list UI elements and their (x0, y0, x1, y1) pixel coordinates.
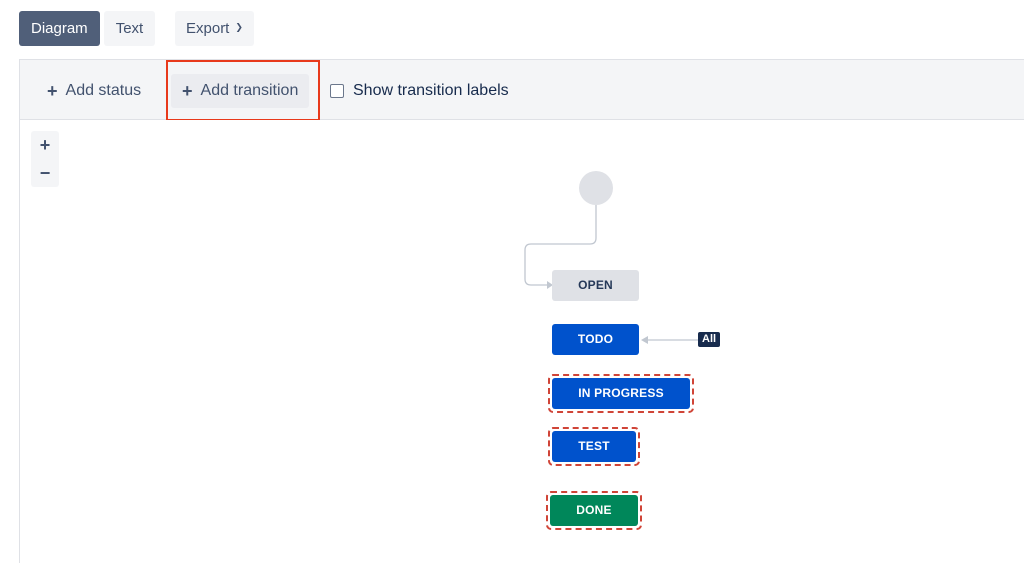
zoom-in-button[interactable]: + (31, 131, 59, 159)
show-labels-checkbox[interactable] (330, 84, 344, 98)
status-done[interactable]: DONE (550, 495, 638, 526)
add-transition-button[interactable]: + Add transition (171, 74, 310, 108)
view-tabs: Diagram Text (19, 11, 156, 46)
start-node[interactable] (579, 171, 613, 205)
add-status-label: Add status (65, 82, 142, 99)
workflow-canvas[interactable] (19, 120, 1024, 563)
status-in-progress[interactable]: IN PROGRESS (552, 378, 690, 409)
diagram-toolbar: + Add status + Add transition Show trans… (19, 59, 1024, 121)
show-transition-labels-toggle[interactable]: Show transition labels (330, 74, 509, 108)
plus-icon: + (47, 81, 58, 101)
status-test[interactable]: TEST (552, 431, 636, 462)
export-label: Export (186, 20, 230, 37)
tab-text[interactable]: Text (103, 11, 156, 46)
export-button[interactable]: Export ❯ (175, 11, 254, 46)
status-todo[interactable]: TODO (552, 324, 639, 355)
add-transition-label: Add transition (200, 82, 299, 99)
zoom-out-button[interactable]: − (31, 159, 59, 187)
show-labels-text: Show transition labels (353, 82, 509, 99)
chevron-down-icon: ❯ (235, 22, 243, 32)
tab-diagram[interactable]: Diagram (19, 11, 100, 46)
plus-icon: + (182, 81, 193, 101)
zoom-controls: + − (31, 131, 59, 187)
add-status-button[interactable]: + Add status (36, 74, 152, 108)
status-open[interactable]: OPEN (552, 270, 639, 301)
all-transition-badge[interactable]: All (698, 332, 721, 347)
